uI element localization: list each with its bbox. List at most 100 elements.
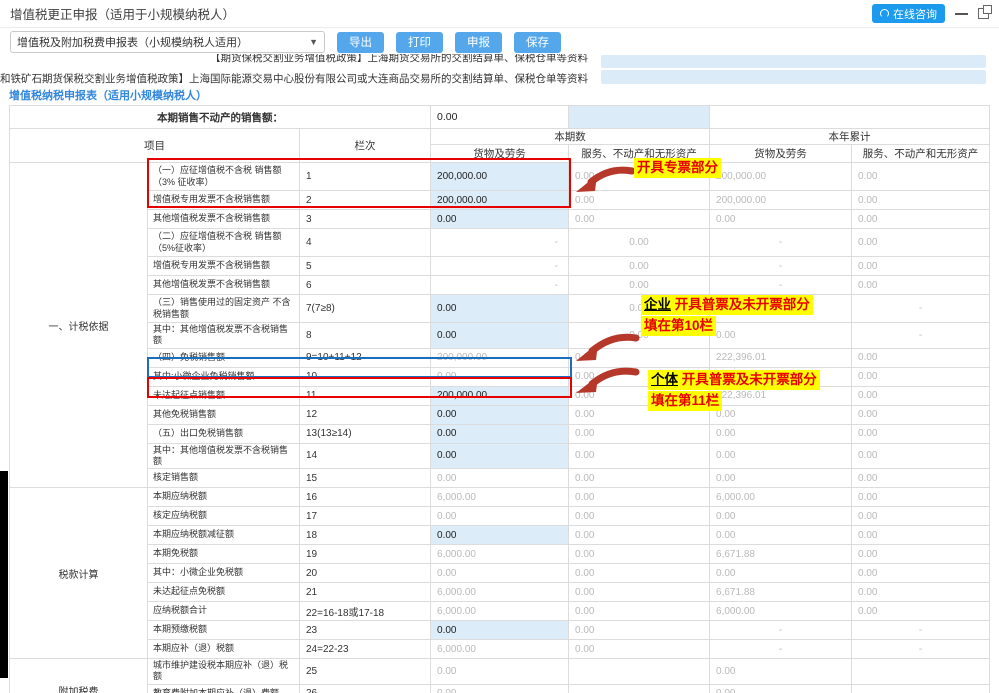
cell-r4-c3: -: [710, 229, 852, 257]
item-label: 其他免税销售额: [148, 405, 300, 424]
cell-r22-c3: 6,000.00: [710, 602, 852, 621]
item-label: 其中：小微企业免税额: [148, 564, 300, 583]
cell-r10-c4: 0.00: [852, 367, 990, 386]
cell-r16-c2: 0.00: [569, 488, 710, 507]
declare-button[interactable]: 申报: [455, 32, 502, 53]
table-row: 其中：其他增值税发票不含税销售额80.000.000.00-: [10, 323, 990, 349]
annotation-individual-line2: 填在第11栏: [648, 391, 722, 411]
column-number: 24=22-23: [300, 640, 431, 659]
item-label: 本期应纳税额减征额: [148, 526, 300, 545]
column-number: 21: [300, 583, 431, 602]
cell-r19-c2: 0.00: [569, 545, 710, 564]
annotation-enterprise-line1: 企业 开具普票及未开票部分: [641, 295, 813, 315]
table-row: （二）应征增值税不含税 销售额（5%征收率）4-0.00-0.00: [10, 229, 990, 257]
item-label: 未达起征点免税额: [148, 583, 300, 602]
column-number: 20: [300, 564, 431, 583]
headset-icon: [880, 9, 889, 18]
cell-r26-c4: [852, 684, 990, 693]
online-help-button[interactable]: 在线咨询: [872, 4, 945, 23]
print-button[interactable]: 打印: [396, 32, 443, 53]
table-row: 一、计税依据（一）应征增值税不含税 销售额（3% 征收率）1200,000.00…: [10, 163, 990, 191]
save-button[interactable]: 保存: [514, 32, 561, 53]
cell-r23-c2: 0.00: [569, 621, 710, 640]
property-sale-input[interactable]: [569, 106, 710, 129]
export-button[interactable]: 导出: [337, 32, 384, 53]
annotation-enterprise-line2: 填在第10栏: [641, 316, 716, 336]
cell-r14-c2: 0.00: [569, 443, 710, 469]
category-cell: 附加税费: [10, 659, 148, 693]
cell-r1-c1[interactable]: 200,000.00: [431, 163, 569, 191]
info-row-1-label: 【期货保税交割业务增值税政策】上海期货交易所的交割结算单、保税仓单等资料: [210, 54, 588, 65]
cell-r20-c3: 0.00: [710, 564, 852, 583]
cell-r7-c4: -: [852, 295, 990, 323]
header-current-period: 本期数: [431, 129, 710, 145]
column-number: 25: [300, 659, 431, 685]
item-label: 城市维护建设税本期应补（退）税额: [148, 659, 300, 685]
property-sale-label: 本期销售不动产的销售额：: [10, 106, 431, 129]
red-arrow-2-icon: [574, 333, 640, 365]
info-row-2-input[interactable]: [601, 70, 986, 84]
item-label: （三）销售使用过的固定资产 不含税销售额: [148, 295, 300, 323]
cell-r7-c1[interactable]: 0.00: [431, 295, 569, 323]
column-number: 12: [300, 405, 431, 424]
cell-r11-c1[interactable]: 200,000.00: [431, 386, 569, 405]
column-number: 17: [300, 507, 431, 526]
cell-r6-c1: -: [431, 276, 569, 295]
cell-r22-c1: 6,000.00: [431, 602, 569, 621]
item-label: 核定应纳税额: [148, 507, 300, 526]
cell-r14-c1[interactable]: 0.00: [431, 443, 569, 469]
minimize-icon[interactable]: [955, 13, 968, 15]
report-type-value: 增值税及附加税费申报表（小规模纳税人适用）: [17, 34, 248, 50]
cell-r14-c3: 0.00: [710, 443, 852, 469]
cell-r13-c3: 0.00: [710, 424, 852, 443]
column-number: 4: [300, 229, 431, 257]
header-goods-current: 货物及劳务: [431, 145, 569, 163]
info-row-1-input[interactable]: [601, 55, 986, 68]
column-number: 19: [300, 545, 431, 564]
cell-r15-c3: 0.00: [710, 469, 852, 488]
annotation-individual-line1: 个体 开具普票及未开票部分: [648, 370, 820, 390]
header-ytd: 本年累计: [710, 129, 990, 145]
cell-r16-c1: 6,000.00: [431, 488, 569, 507]
cell-r11-c4: 0.00: [852, 386, 990, 405]
cell-r3-c1[interactable]: 0.00: [431, 210, 569, 229]
report-type-select[interactable]: 增值税及附加税费申报表（小规模纳税人适用） ▼: [10, 31, 325, 53]
online-help-label: 在线咨询: [893, 6, 937, 22]
cell-r21-c1: 6,000.00: [431, 583, 569, 602]
table-row: 教育费附加本期应补（退）费额260.000.00: [10, 684, 990, 693]
table-row: 其他免税销售额120.000.000.000.00: [10, 405, 990, 424]
cell-r23-c3: -: [710, 621, 852, 640]
header-services-ytd: 服务、不动产和无形资产: [852, 145, 990, 163]
column-number: 2: [300, 191, 431, 210]
column-number: 5: [300, 257, 431, 276]
table-row: 本期免税额196,000.000.006,671.880.00: [10, 545, 990, 564]
cell-r18-c4: 0.00: [852, 526, 990, 545]
cell-r2-c1[interactable]: 200,000.00: [431, 191, 569, 210]
cell-r8-c1[interactable]: 0.00: [431, 323, 569, 349]
cell-r17-c3: 0.00: [710, 507, 852, 526]
table-row: 未达起征点销售额11200,000.000.00222,396.010.00: [10, 386, 990, 405]
restore-window-icon[interactable]: [978, 8, 989, 19]
column-number: 16: [300, 488, 431, 507]
cell-r12-c1[interactable]: 0.00: [431, 405, 569, 424]
cell-r14-c4: 0.00: [852, 443, 990, 469]
cell-r4-c4: 0.00: [852, 229, 990, 257]
cell-r18-c1[interactable]: 0.00: [431, 526, 569, 545]
column-number: 18: [300, 526, 431, 545]
cell-r23-c1[interactable]: 0.00: [431, 621, 569, 640]
cell-r24-c2: 0.00: [569, 640, 710, 659]
cell-r22-c2: 0.00: [569, 602, 710, 621]
cell-r16-c4: 0.00: [852, 488, 990, 507]
table-row: 其他增值税发票不含税销售额30.000.000.000.00: [10, 210, 990, 229]
item-label: （五）出口免税销售额: [148, 424, 300, 443]
annotation-special-invoice: 开具专票部分: [634, 158, 721, 178]
cell-r8-c3: 0.00: [710, 323, 852, 349]
column-number: 23: [300, 621, 431, 640]
vat-declaration-table: 本期销售不动产的销售额： 0.00 项目 栏次 本期数 本年累计 货物及劳务 服…: [9, 105, 990, 693]
column-number: 8: [300, 323, 431, 349]
cell-r13-c1[interactable]: 0.00: [431, 424, 569, 443]
cell-r9-c4: 0.00: [852, 348, 990, 367]
app-window: 增值税更正申报（适用于小规模纳税人） 在线咨询 增值税及附加税费申报表（小规模纳…: [0, 0, 999, 693]
cell-r1-c4: 0.00: [852, 163, 990, 191]
item-label: 本期免税额: [148, 545, 300, 564]
